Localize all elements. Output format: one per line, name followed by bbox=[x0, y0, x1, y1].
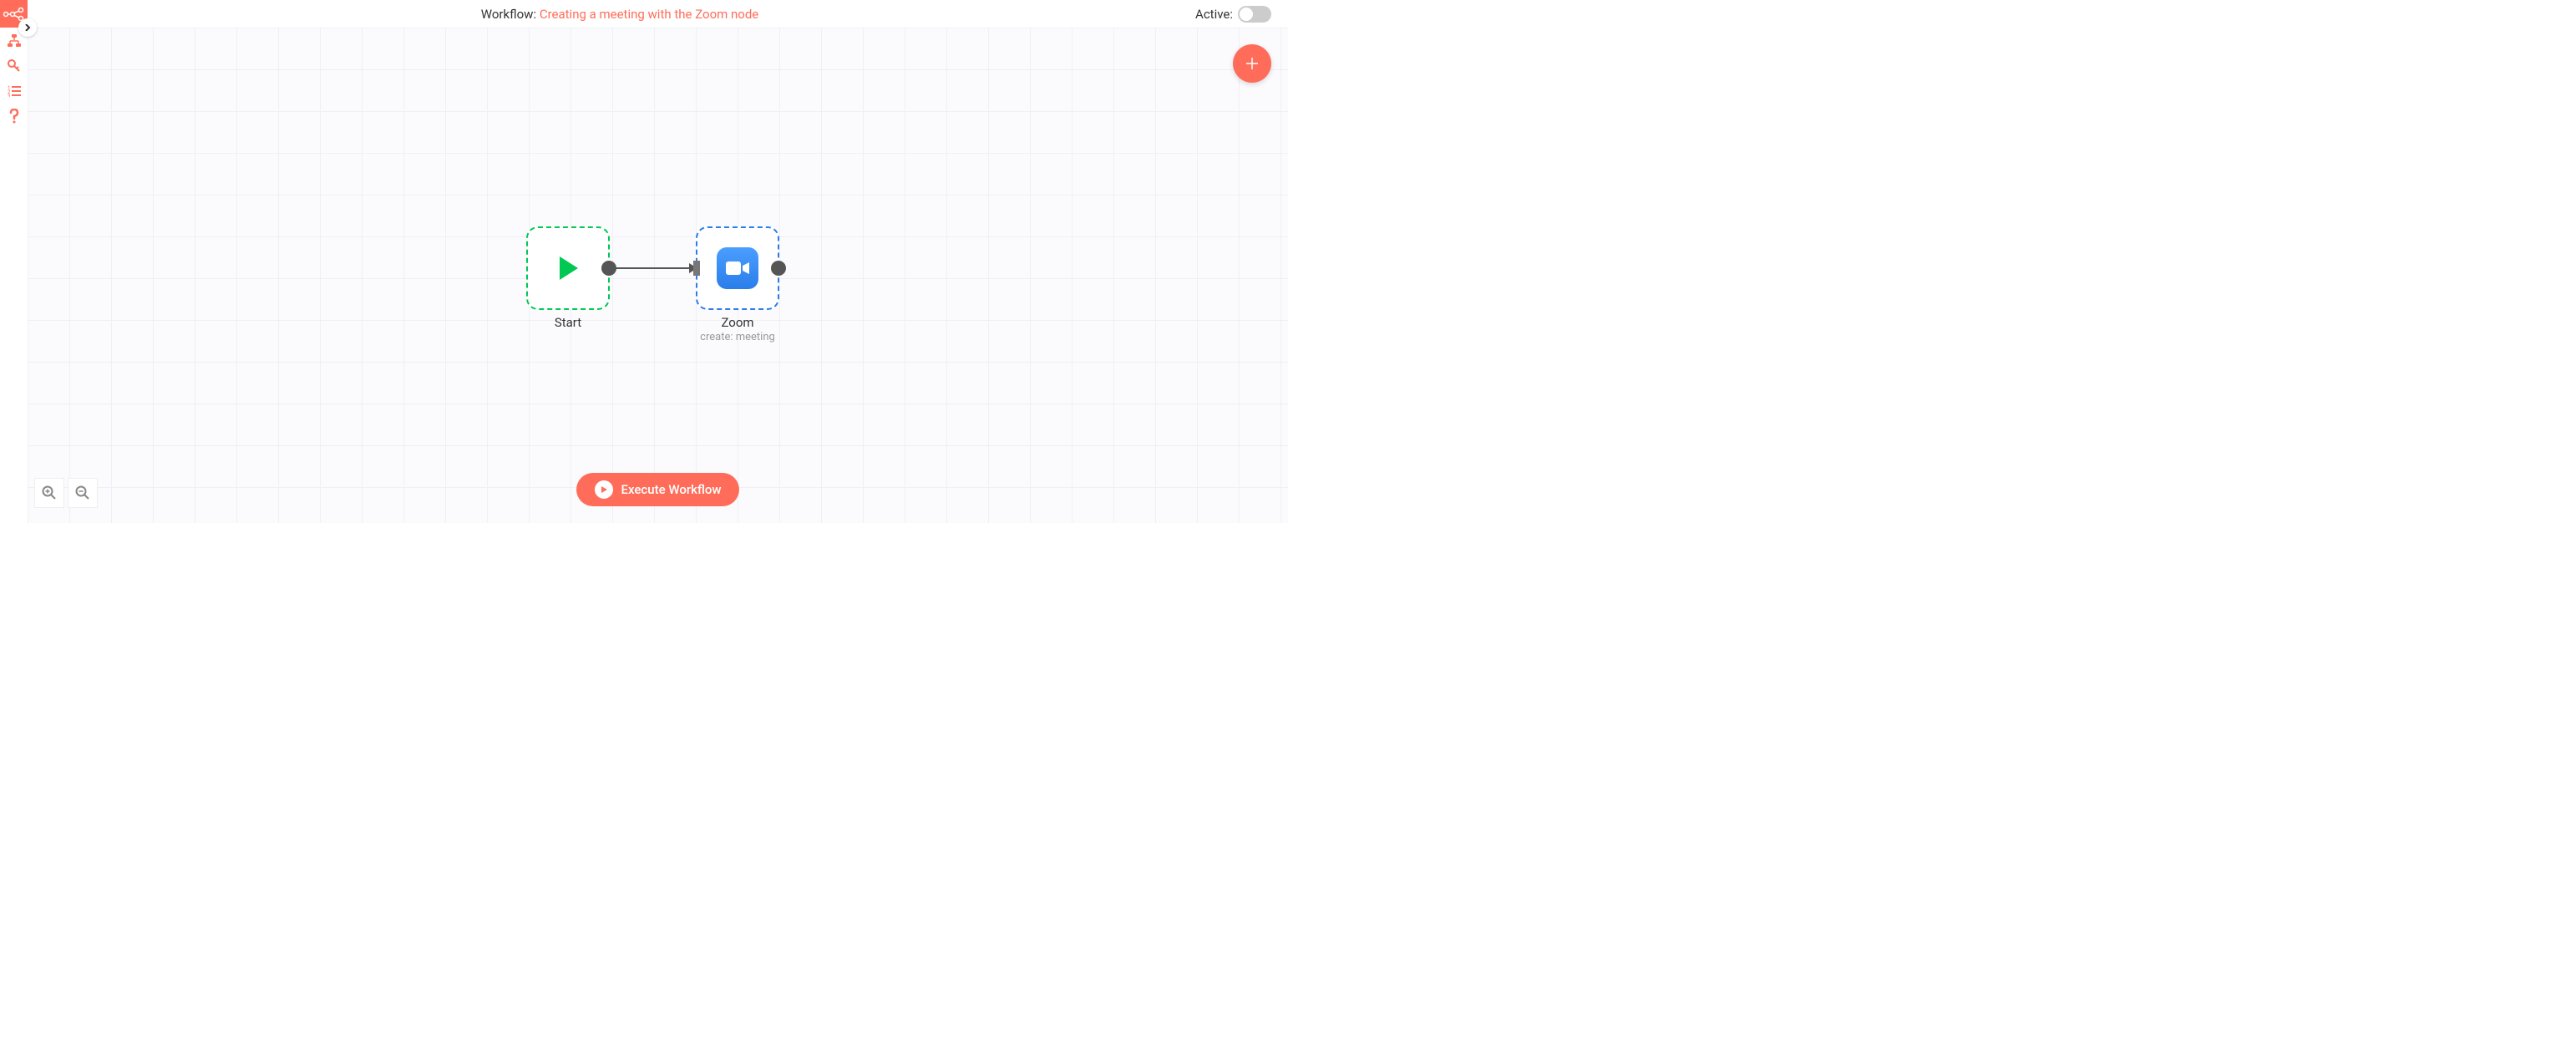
title-name: Creating a meeting with the Zoom node bbox=[540, 7, 758, 22]
n8n-logo-icon bbox=[3, 8, 25, 21]
question-icon bbox=[9, 109, 19, 124]
execute-label: Execute Workflow bbox=[621, 482, 722, 497]
key-icon bbox=[8, 59, 21, 73]
node-zoom-box[interactable] bbox=[696, 226, 779, 310]
node-start-output-port[interactable] bbox=[601, 261, 616, 276]
list-icon: 1 2 3 bbox=[8, 85, 21, 97]
active-toggle[interactable] bbox=[1238, 6, 1271, 23]
sidebar: 1 2 3 bbox=[0, 0, 28, 523]
workflow-canvas[interactable]: Start Zoom create: meeting bbox=[28, 28, 1288, 523]
title-prefix: Workflow: bbox=[481, 7, 540, 22]
svg-text:3: 3 bbox=[8, 94, 10, 97]
plus-icon bbox=[1244, 55, 1260, 72]
node-zoom-input-port[interactable] bbox=[693, 261, 700, 276]
zoom-out-icon bbox=[75, 485, 90, 500]
zoom-in-button[interactable] bbox=[34, 478, 64, 508]
node-start-label: Start bbox=[526, 315, 610, 330]
node-zoom[interactable]: Zoom create: meeting bbox=[696, 226, 779, 343]
chevron-right-icon bbox=[24, 24, 31, 31]
add-node-button[interactable] bbox=[1233, 44, 1271, 83]
expand-sidebar-button[interactable] bbox=[18, 18, 37, 37]
sidebar-item-executions[interactable]: 1 2 3 bbox=[0, 79, 28, 103]
toggle-knob bbox=[1240, 8, 1253, 21]
node-zoom-output-port[interactable] bbox=[771, 261, 786, 276]
node-start-box[interactable] bbox=[526, 226, 610, 310]
zoom-app-icon bbox=[717, 247, 758, 289]
zoom-out-button[interactable] bbox=[68, 478, 98, 508]
main-area: Workflow: Creating a meeting with the Zo… bbox=[28, 0, 1288, 523]
sidebar-item-help[interactable] bbox=[0, 104, 28, 128]
node-start[interactable]: Start bbox=[526, 226, 610, 330]
node-zoom-label: Zoom bbox=[696, 315, 779, 330]
zoom-controls bbox=[34, 478, 98, 508]
connection-start-zoom bbox=[610, 262, 702, 274]
workflows-icon bbox=[7, 33, 22, 48]
execute-play-icon bbox=[595, 480, 613, 499]
execute-workflow-button[interactable]: Execute Workflow bbox=[576, 473, 740, 506]
sidebar-item-credentials[interactable] bbox=[0, 54, 28, 78]
play-icon bbox=[553, 253, 583, 283]
active-toggle-wrap: Active: bbox=[1195, 6, 1271, 23]
header: Workflow: Creating a meeting with the Zo… bbox=[28, 0, 1288, 28]
camera-icon bbox=[724, 260, 751, 277]
workflow-title[interactable]: Workflow: Creating a meeting with the Zo… bbox=[44, 7, 1195, 22]
node-zoom-sublabel: create: meeting bbox=[696, 331, 779, 343]
zoom-in-icon bbox=[42, 485, 57, 500]
active-label: Active: bbox=[1195, 7, 1233, 22]
